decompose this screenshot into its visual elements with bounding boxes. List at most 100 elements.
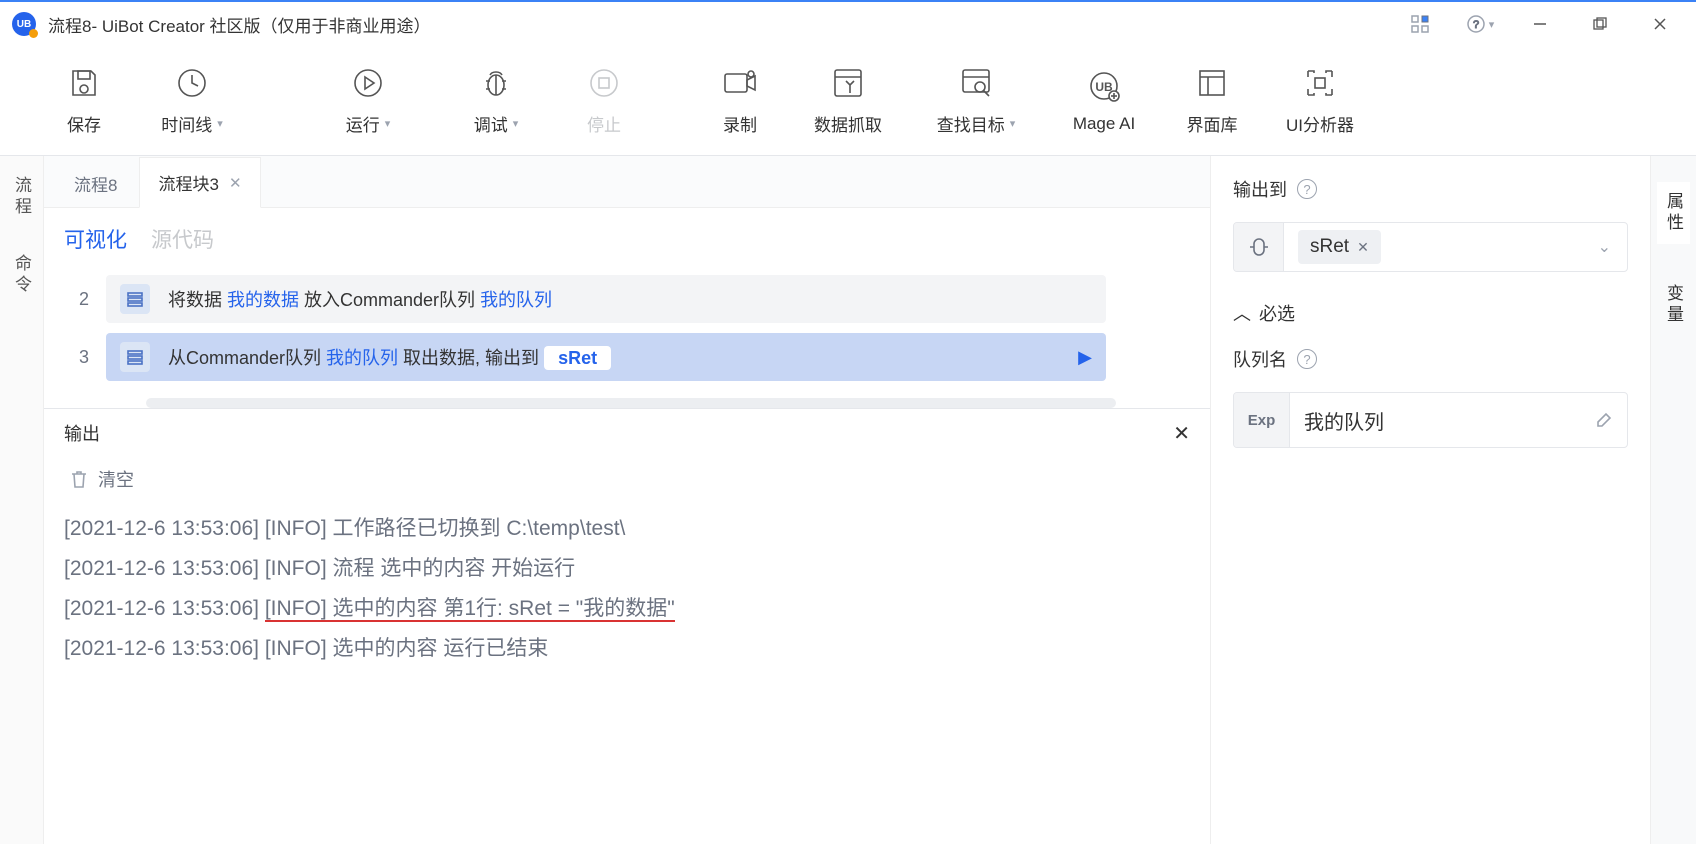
- clock-icon: [174, 65, 210, 101]
- play-icon[interactable]: ▶: [1078, 347, 1092, 368]
- clear-label: 清空: [98, 466, 134, 492]
- view-mode-switch: 可视化 源代码: [44, 208, 1210, 270]
- variable-chip[interactable]: sRet✕: [1298, 230, 1381, 264]
- uilib-button[interactable]: 界面库: [1168, 53, 1256, 149]
- leftrail-commands[interactable]: 命令: [9, 254, 34, 296]
- mage-ai-icon: UB: [1086, 68, 1122, 104]
- chevron-down-icon[interactable]: ⌄: [1598, 237, 1611, 257]
- log-line: [2021-12-6 13:53:06] [INFO] 工作路径已切换到 C:\…: [64, 509, 1190, 549]
- horizontal-scrollbar[interactable]: [146, 398, 1116, 408]
- analyzer-icon: [1302, 65, 1338, 101]
- main-area: 流程 命令 流程8 流程块3 ✕ 可视化 源代码 2 将数据 我的数据 放入Co: [0, 156, 1696, 844]
- steps-list: 2 将数据 我的数据 放入Commander队列 我的队列 3 从Command…: [44, 270, 1210, 408]
- toolbar-label: 保存: [67, 111, 101, 136]
- queue-name-field[interactable]: Exp 我的队列: [1233, 392, 1628, 448]
- help-icon[interactable]: ?: [1297, 349, 1317, 369]
- toolbar-label: 数据抓取: [814, 111, 882, 136]
- required-section-toggle[interactable]: ︿ 必选: [1233, 292, 1628, 326]
- library-icon: [1194, 65, 1230, 101]
- debug-button[interactable]: 调试▾: [432, 53, 560, 149]
- window-title: 流程8- UiBot Creator 社区版（仅用于非商业用途）: [48, 12, 431, 37]
- toolbar-label: 调试: [474, 111, 508, 136]
- ui-analyzer-button[interactable]: UI分析器: [1256, 53, 1384, 149]
- toolbar-label: 运行: [346, 111, 380, 136]
- tab-flow8[interactable]: 流程8: [56, 159, 135, 208]
- bug-icon: [478, 65, 514, 101]
- step-text: 将数据 我的数据 放入Commander队列 我的队列: [168, 286, 552, 312]
- variable-icon: [1234, 223, 1284, 271]
- step-card[interactable]: 将数据 我的数据 放入Commander队列 我的队列: [106, 275, 1106, 323]
- remove-chip-icon[interactable]: ✕: [1357, 239, 1369, 256]
- scrape-button[interactable]: 数据抓取: [784, 53, 912, 149]
- record-button[interactable]: 录制: [696, 53, 784, 149]
- search-window-icon: [958, 65, 994, 101]
- properties-panel: 输出到 ? sRet✕ ⌄ ︿ 必选 队列名 ? Exp 我的队列: [1210, 156, 1650, 844]
- queue-icon: [120, 342, 150, 372]
- help-icon[interactable]: ?: [1297, 179, 1317, 199]
- step-row[interactable]: 3 从Commander队列 我的队列 取出数据, 输出到 sRet ▶: [62, 328, 1192, 386]
- trash-icon: [70, 469, 88, 489]
- viewmode-source[interactable]: 源代码: [151, 224, 214, 254]
- output-header: 输出 ✕: [44, 409, 1210, 457]
- toolbar-label: 时间线: [161, 111, 212, 136]
- stop-button: 停止: [560, 53, 648, 149]
- save-button[interactable]: 保存: [40, 53, 128, 149]
- stop-circle-icon: [586, 65, 622, 101]
- tab-flowblock3[interactable]: 流程块3 ✕: [139, 157, 260, 208]
- maximize-button[interactable]: [1576, 8, 1624, 40]
- step-text: 从Commander队列 我的队列 取出数据, 输出到 sRet: [168, 344, 611, 370]
- toolbar-label: UI分析器: [1286, 111, 1354, 136]
- output-variable-field[interactable]: sRet✕ ⌄: [1233, 222, 1628, 272]
- run-button[interactable]: 运行 ▾: [304, 53, 432, 149]
- chevron-up-icon: ︿: [1233, 300, 1251, 326]
- rightrail-properties[interactable]: 属性: [1657, 182, 1690, 244]
- clear-output-button[interactable]: 清空: [44, 457, 1210, 501]
- close-icon[interactable]: ✕: [229, 174, 242, 192]
- right-rail: 属性 变量: [1650, 156, 1696, 844]
- log-line: [2021-12-6 13:53:06] [INFO] 选中的内容 第1行: s…: [64, 589, 1190, 629]
- center-column: 流程8 流程块3 ✕ 可视化 源代码 2 将数据 我的数据 放入Commande…: [44, 156, 1210, 844]
- step-card-selected[interactable]: 从Commander队列 我的队列 取出数据, 输出到 sRet ▶: [106, 333, 1106, 381]
- left-rail: 流程 命令: [0, 156, 44, 844]
- mage-ai-button[interactable]: UB Mage AI: [1040, 53, 1168, 149]
- leftrail-flow[interactable]: 流程: [9, 176, 34, 218]
- step-line-number: 2: [62, 289, 106, 310]
- chevron-down-icon: ▾: [385, 117, 391, 130]
- help-icon[interactable]: ? ▾: [1456, 8, 1504, 40]
- output-log: [2021-12-6 13:53:06] [INFO] 工作路径已切换到 C:\…: [44, 501, 1210, 677]
- step-line-number: 3: [62, 347, 106, 368]
- timeline-button[interactable]: 时间线 ▾: [128, 53, 256, 149]
- prop-queue-name-label: 队列名 ?: [1233, 346, 1628, 372]
- apps-icon[interactable]: [1396, 8, 1444, 40]
- edit-icon[interactable]: [1595, 411, 1613, 429]
- expression-badge: Exp: [1234, 393, 1290, 447]
- prop-output-to-label: 输出到 ?: [1233, 176, 1628, 202]
- queue-icon: [120, 284, 150, 314]
- titlebar: UB 流程8- UiBot Creator 社区版（仅用于非商业用途） ? ▾: [0, 2, 1696, 46]
- output-title: 输出: [64, 420, 100, 446]
- variable-chip: sRet: [544, 346, 611, 370]
- toolbar-label: 查找目标: [937, 111, 1005, 136]
- svg-text:?: ?: [1473, 19, 1479, 31]
- save-icon: [66, 65, 102, 101]
- data-extract-icon: [830, 65, 866, 101]
- camera-icon: [722, 65, 758, 101]
- step-row[interactable]: 2 将数据 我的数据 放入Commander队列 我的队列: [62, 270, 1192, 328]
- close-button[interactable]: [1636, 8, 1684, 40]
- close-icon[interactable]: ✕: [1173, 421, 1190, 446]
- find-target-button[interactable]: 查找目标 ▾: [912, 53, 1040, 149]
- log-line: [2021-12-6 13:53:06] [INFO] 选中的内容 运行已结束: [64, 629, 1190, 669]
- minimize-button[interactable]: [1516, 8, 1564, 40]
- toolbar: 保存 时间线 ▾ 运行 ▾ 调试▾ 停止 录制 数据抓取 查找目标 ▾ UB Mage…: [0, 46, 1696, 156]
- toolbar-label: 录制: [723, 111, 757, 136]
- log-line: [2021-12-6 13:53:06] [INFO] 流程 选中的内容 开始运…: [64, 549, 1190, 589]
- queue-name-value: 我的队列: [1290, 406, 1595, 435]
- rightrail-variables[interactable]: 变量: [1661, 284, 1686, 326]
- toolbar-label: Mage AI: [1073, 114, 1135, 134]
- viewmode-visual[interactable]: 可视化: [64, 224, 127, 254]
- chevron-down-icon: ▾: [217, 117, 223, 130]
- app-logo-icon: UB: [12, 12, 36, 36]
- toolbar-label: 界面库: [1187, 111, 1238, 136]
- chevron-down-icon: ▾: [1010, 117, 1016, 130]
- tab-strip: 流程8 流程块3 ✕: [44, 156, 1210, 208]
